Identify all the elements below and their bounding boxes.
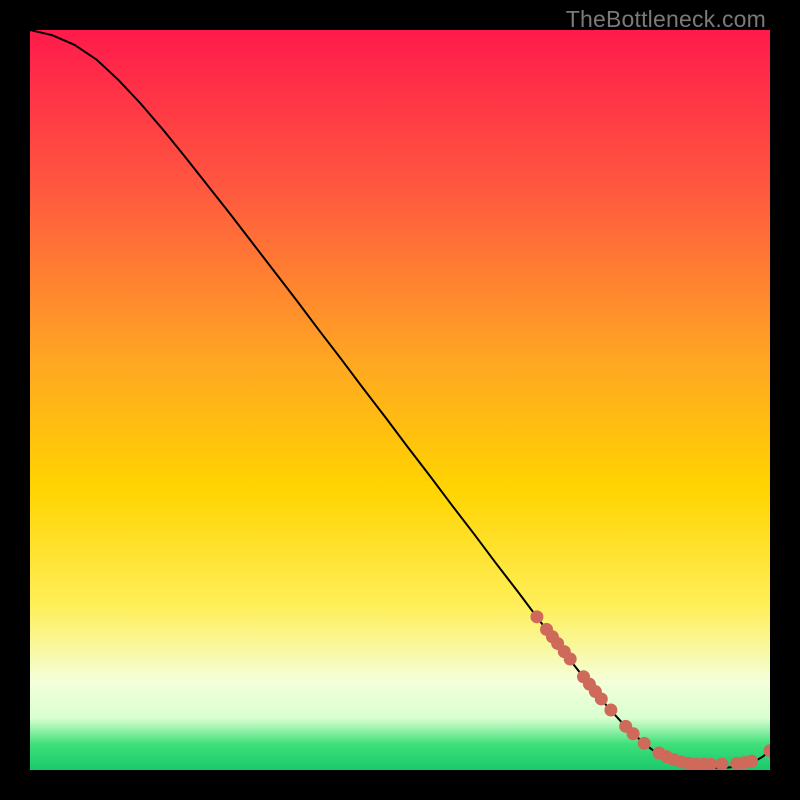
chart-svg (30, 30, 770, 770)
data-point (704, 758, 717, 770)
watermark-text: TheBottleneck.com (566, 6, 766, 33)
chart-stage: TheBottleneck.com (0, 0, 800, 800)
gradient-background (30, 30, 770, 770)
data-point (604, 704, 617, 717)
data-point (715, 758, 728, 770)
data-point (564, 653, 577, 666)
data-point (595, 692, 608, 705)
data-point (627, 727, 640, 740)
data-point (638, 737, 651, 750)
data-point (745, 755, 758, 768)
data-point (530, 610, 543, 623)
plot-area (30, 30, 770, 770)
